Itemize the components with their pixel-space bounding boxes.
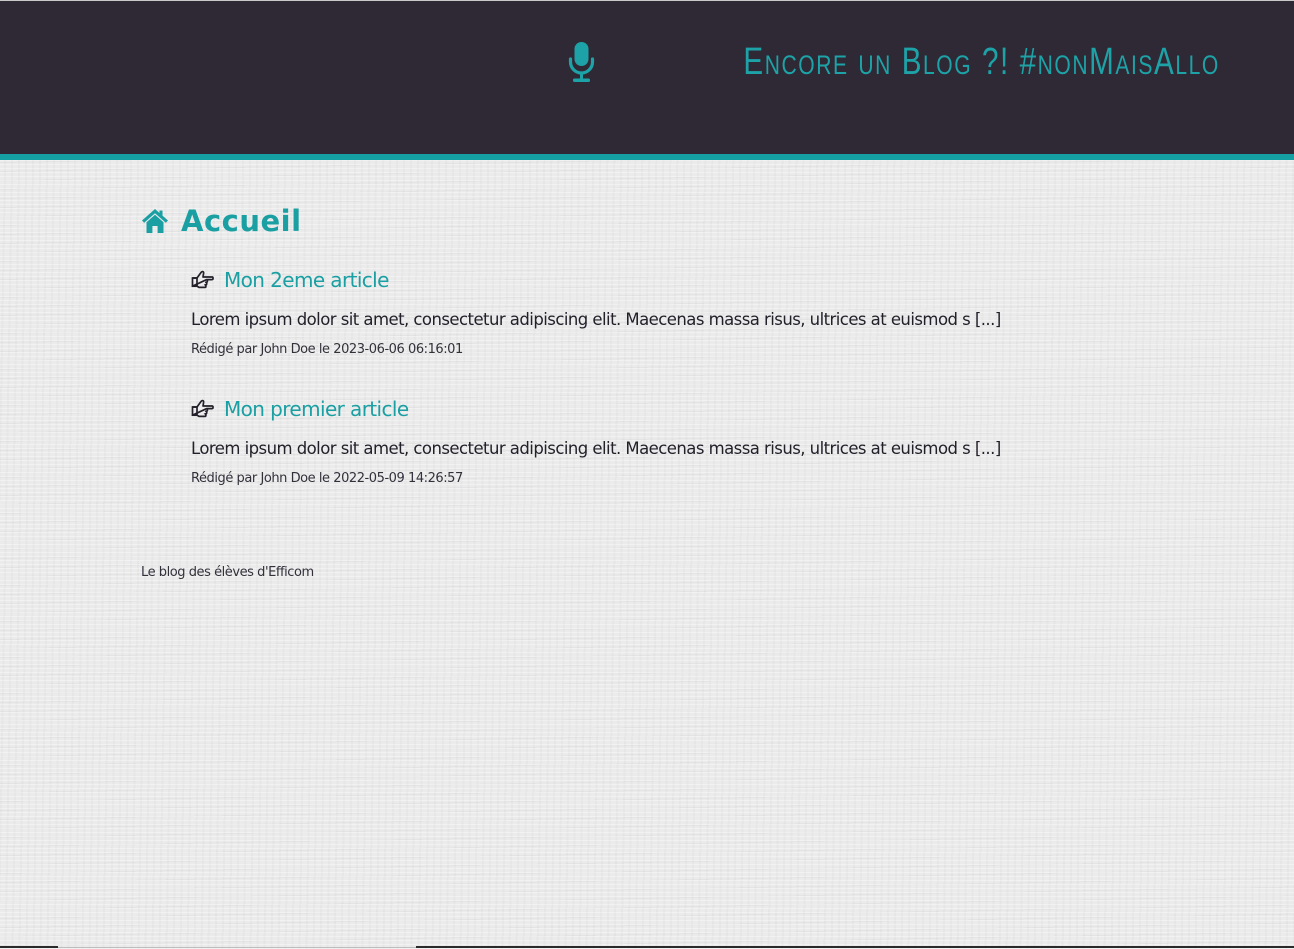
- main-content: Accueil Mon 2eme article Lorem ipsum dol…: [141, 196, 1151, 486]
- article-meta: Rédigé par John Doe le 2023-06-06 06:16:…: [191, 342, 463, 357]
- bottom-edge-divider: [58, 947, 416, 948]
- hand-pointer-right-icon: [191, 270, 214, 289]
- site-title: Encore un Blog ?! #nonMaisAllo: [743, 41, 1220, 83]
- article-title-link[interactable]: Mon premier article: [191, 393, 1091, 425]
- article-item: Mon 2eme article Lorem ipsum dolor sit a…: [191, 264, 1091, 357]
- article-title: Mon 2eme article: [224, 268, 389, 292]
- page-title: Accueil: [141, 196, 1151, 246]
- site-title-link[interactable]: Encore un Blog ?! #nonMaisAllo: [568, 37, 1220, 87]
- page-title-label: Accueil: [181, 204, 302, 238]
- article-meta: Rédigé par John Doe le 2022-05-09 14:26:…: [191, 471, 463, 486]
- article-excerpt: Lorem ipsum dolor sit amet, consectetur …: [191, 310, 1001, 329]
- site-footer: Le blog des élèves d'Efficom: [141, 565, 314, 580]
- home-icon: [142, 209, 168, 233]
- bottom-edge-divider: [416, 946, 1294, 948]
- site-header: Encore un Blog ?! #nonMaisAllo: [0, 1, 1294, 160]
- bottom-edge-divider: [0, 946, 58, 948]
- article-item: Mon premier article Lorem ipsum dolor si…: [191, 393, 1091, 486]
- microphone-icon: [569, 42, 595, 82]
- hand-pointer-right-icon: [191, 399, 214, 418]
- article-title-link[interactable]: Mon 2eme article: [191, 264, 1091, 296]
- article-excerpt: Lorem ipsum dolor sit amet, consectetur …: [191, 439, 1001, 458]
- article-title: Mon premier article: [224, 397, 409, 421]
